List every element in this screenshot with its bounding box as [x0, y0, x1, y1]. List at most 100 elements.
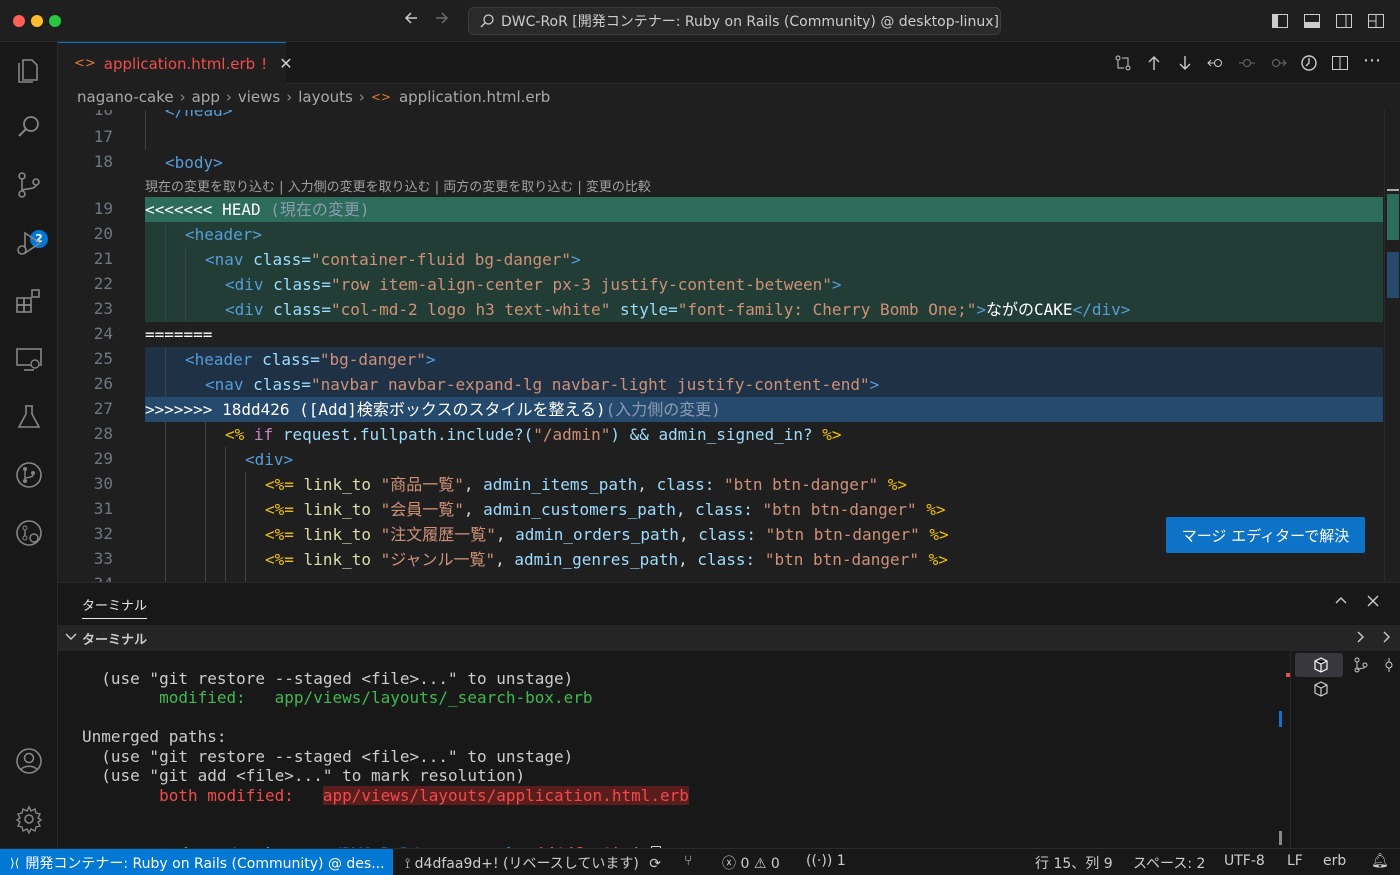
- sync-icon: ⟳: [649, 856, 662, 872]
- breadcrumb-item[interactable]: layouts: [298, 88, 353, 106]
- split-terminal-icon[interactable]: [1353, 657, 1369, 673]
- go-back-change-icon[interactable]: [1207, 54, 1225, 72]
- ports-count: 1: [836, 853, 846, 869]
- customize-layout-icon[interactable]: [1367, 12, 1385, 30]
- code-token: "col-md-2 logo h3 text-white": [330, 300, 611, 319]
- close-panel-icon[interactable]: [1365, 593, 1381, 609]
- line-number: 17: [93, 127, 113, 146]
- resolve-in-merge-editor-button[interactable]: マージ エディターで解決: [1166, 517, 1365, 553]
- code-token: >: [869, 375, 880, 394]
- terminal-text: app/views/layouts/application.html.erb: [322, 786, 689, 805]
- code-token: >: [425, 350, 436, 369]
- code-line: <div>: [145, 447, 293, 472]
- warning-icon: ⚠: [753, 856, 767, 872]
- code-token: <<<<<<< HEAD: [145, 200, 261, 219]
- ports-status[interactable]: ((·)) 1: [806, 853, 846, 869]
- breadcrumb-item[interactable]: views: [238, 88, 280, 106]
- notifications-bell-icon[interactable]: 🔔︎: [1371, 853, 1389, 869]
- indentation-status[interactable]: スペース: 2: [1133, 853, 1205, 873]
- extensions-icon[interactable]: [14, 286, 44, 316]
- search-icon[interactable]: [14, 112, 44, 142]
- tab-application-html-erb[interactable]: <> application.html.erb ! ✕: [58, 42, 293, 84]
- toggle-primary-sidebar-icon[interactable]: [1271, 12, 1289, 30]
- explorer-icon[interactable]: [14, 54, 44, 84]
- remote-indicator[interactable]: ⟩⟨ 開発コンテナー: Ruby on Rails (Community) @ …: [0, 849, 393, 875]
- cursor-position[interactable]: 行 15、列 9: [1035, 853, 1113, 873]
- split-editor-icon[interactable]: [1331, 54, 1349, 72]
- code-token: admin_items_path: [483, 475, 638, 494]
- conflict-marker-head: <<<<<<< HEAD (現在の変更): [145, 197, 370, 222]
- remote-label: 開発コンテナー: Ruby on Rails (Community) @ des…: [25, 855, 385, 872]
- code-token: <%=: [265, 550, 294, 569]
- warning-count: 0: [770, 856, 780, 872]
- code-token: ながのCAKE: [986, 300, 1073, 319]
- branch-status[interactable]: ⟟ d4dfaa9d+! (リベースしています) ⟳: [405, 853, 661, 873]
- chevron-right-icon[interactable]: [1379, 630, 1393, 644]
- code-line: <%= link_to "商品一覧", admin_items_path, cl…: [265, 475, 908, 494]
- accounts-icon[interactable]: [14, 746, 44, 776]
- back-arrow-icon[interactable]: [402, 9, 420, 32]
- settings-gear-icon[interactable]: [14, 804, 44, 835]
- panel-tab-terminal[interactable]: ターミナル: [82, 595, 148, 619]
- encoding-status[interactable]: UTF-8: [1224, 853, 1265, 869]
- eol-status[interactable]: LF: [1287, 853, 1303, 869]
- more-actions-icon[interactable]: ⋯: [1363, 50, 1381, 71]
- line-number: 31: [93, 499, 113, 518]
- previous-conflict-icon[interactable]: [1145, 54, 1163, 72]
- code-line: <header class="bg-danger">: [145, 347, 435, 372]
- terminal-list: [1290, 651, 1400, 849]
- breadcrumb-item[interactable]: nagano-cake: [77, 88, 174, 106]
- go-forward-change-icon[interactable]: [1269, 54, 1287, 72]
- git-commit-icon[interactable]: [1238, 54, 1256, 72]
- code-editor[interactable]: 16 17 18 19 20 21 22 23 24 25 26 27 28 2…: [58, 110, 1400, 582]
- breadcrumb-item[interactable]: app: [192, 88, 220, 106]
- zoom-window-button[interactable]: [49, 15, 61, 27]
- maximize-panel-icon[interactable]: [1333, 593, 1349, 609]
- run-debug-icon[interactable]: [14, 228, 44, 258]
- code-token: style=: [619, 300, 678, 319]
- code-token: %>: [822, 425, 842, 444]
- forward-arrow-icon[interactable]: [433, 9, 451, 32]
- language-mode[interactable]: erb: [1323, 853, 1346, 869]
- source-control-icon[interactable]: [14, 170, 44, 200]
- problems-status[interactable]: ⓧ 0 ⚠ 0: [722, 853, 780, 873]
- open-changes-icon[interactable]: [1114, 54, 1132, 72]
- code-token: "font-family: Cherry Bomb One;": [677, 300, 977, 319]
- tab-close-icon[interactable]: ✕: [279, 54, 292, 73]
- code-token: <header>: [185, 225, 263, 244]
- toggle-panel-icon[interactable]: [1303, 12, 1321, 30]
- breadcrumb-file[interactable]: application.html.erb: [399, 88, 550, 106]
- terminal-section-header[interactable]: ターミナル: [58, 625, 1400, 651]
- timeline-icon[interactable]: [1300, 54, 1318, 72]
- terminal-section-label: ターミナル: [82, 632, 148, 648]
- terminal-scrollbar-mark: [1279, 711, 1282, 727]
- overview-ruler[interactable]: [1384, 110, 1400, 582]
- ruler-cursor-mark: [1387, 189, 1399, 191]
- terminal-instance-1[interactable]: [1295, 653, 1343, 677]
- command-center-search[interactable]: DWC-RoR [開発コンテナー: Ruby on Rails (Communi…: [468, 7, 1001, 35]
- minimize-window-button[interactable]: [31, 15, 43, 27]
- github-icon[interactable]: [14, 518, 44, 548]
- code-token: "row item-align-center px-3 justify-cont…: [330, 275, 832, 294]
- terminal-output[interactable]: (use "git restore --staged <file>..." to…: [58, 651, 1290, 864]
- remote-explorer-icon[interactable]: [14, 344, 44, 374]
- git-graph-status-icon[interactable]: ⑂: [684, 853, 692, 869]
- git-graph-icon[interactable]: [14, 460, 44, 490]
- line-number: 19: [93, 199, 113, 218]
- testing-icon[interactable]: [14, 402, 44, 432]
- close-window-button[interactable]: [13, 15, 25, 27]
- git-commit-icon[interactable]: [1381, 657, 1397, 673]
- code-token: </head>: [165, 110, 233, 120]
- chevron-right-icon[interactable]: [1353, 630, 1367, 644]
- merge-codelens-actions[interactable]: 現在の変更を取り込む | 入力側の変更を取り込む | 両方の変更を取り込む | …: [145, 176, 651, 195]
- code-token: <%=: [265, 475, 294, 494]
- broadcast-icon: ((·)): [806, 853, 833, 869]
- code-line: <%= link_to "会員一覧", admin_customers_path…: [265, 500, 946, 519]
- toggle-secondary-sidebar-icon[interactable]: [1335, 12, 1353, 30]
- container-icon: [1314, 657, 1328, 673]
- editor-tab-bar: <> application.html.erb ! ✕ ⋯: [58, 42, 1400, 84]
- container-icon[interactable]: [1313, 681, 1329, 697]
- code-token: admin_customers_path: [483, 500, 676, 519]
- next-conflict-icon[interactable]: [1176, 54, 1194, 72]
- code-token: (入力側の変更): [605, 400, 721, 419]
